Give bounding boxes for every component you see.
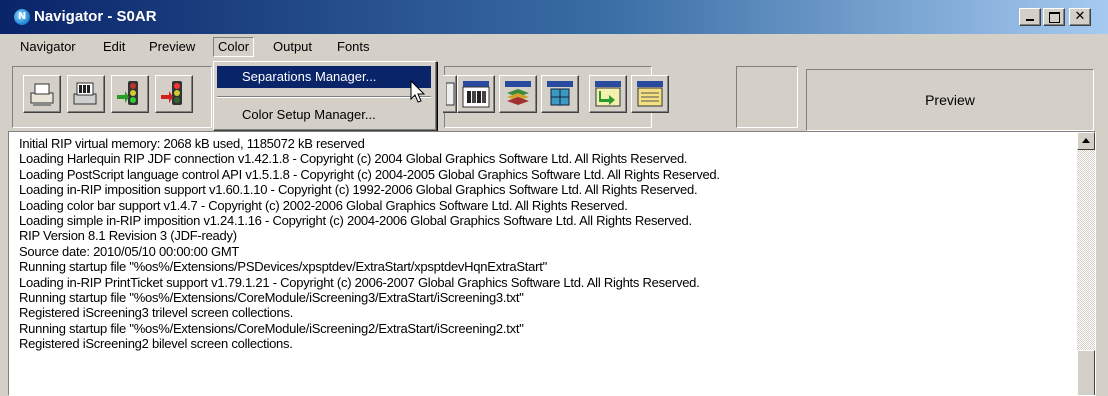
log-line: Loading PostScript language control API …	[19, 166, 720, 182]
log-line: Source date: 2010/05/10 00:00:00 GMT	[19, 243, 240, 259]
log-line: Running startup file "%os%/Extensions/PS…	[19, 259, 547, 275]
close-button[interactable]: ✕	[1069, 8, 1091, 26]
toolbar-group-left	[12, 66, 212, 128]
stop-button[interactable]	[155, 75, 193, 113]
menu-preview[interactable]: Preview	[145, 37, 199, 57]
log-line: Loading simple in-RIP imposition v1.24.1…	[19, 213, 692, 229]
log-line: RIP Version 8.1 Revision 3 (JDF-ready)	[19, 228, 237, 244]
minimize-icon	[1026, 19, 1034, 21]
toolbar-group-blank	[736, 66, 798, 128]
minimize-button[interactable]	[1019, 8, 1041, 26]
start-button[interactable]	[111, 75, 149, 113]
imposition-button[interactable]	[541, 75, 579, 113]
stack-button[interactable]	[499, 75, 537, 113]
menu-color[interactable]: Color	[213, 37, 255, 57]
stack-icon	[505, 81, 531, 105]
log-line: Running startup file "%os%/Extensions/Co…	[19, 290, 524, 306]
output-icon	[637, 81, 663, 107]
log-line: Loading in-RIP PrintTicket support v1.79…	[19, 274, 700, 290]
log-lines: Initial RIP virtual memory: 2068 kB used…	[19, 136, 1069, 352]
menu-fonts[interactable]: Fonts	[333, 37, 374, 57]
preview-panel[interactable]: Preview	[806, 69, 1094, 131]
log-line: Loading color bar support v1.4.7 - Copyr…	[19, 197, 628, 213]
separations-icon	[462, 81, 490, 108]
page-setup-button[interactable]	[443, 75, 457, 113]
menu-item-separations-manager[interactable]: Separations Manager...	[217, 66, 431, 88]
print-button[interactable]	[23, 75, 61, 113]
traffic-light-green-icon	[117, 81, 138, 105]
print-queue-button[interactable]	[67, 75, 105, 113]
menu-bar: Navigator Edit Preview Color Output Font…	[0, 34, 1108, 60]
menu-edit[interactable]: Edit	[99, 37, 129, 57]
log-line: Registered iScreening2 bilevel screen co…	[19, 336, 293, 352]
close-icon: ✕	[1074, 9, 1086, 24]
menu-navigator[interactable]: Navigator	[16, 37, 80, 57]
imposition-icon	[547, 81, 573, 106]
log-line: Loading Harlequin RIP JDF connection v1.…	[19, 151, 688, 167]
traffic-light-red-icon	[161, 81, 182, 105]
log-line: Running startup file "%os%/Extensions/Co…	[19, 320, 524, 336]
scroll-up-arrow-icon[interactable]	[1077, 132, 1095, 150]
output-button[interactable]	[631, 75, 669, 113]
menu-item-color-setup-manager[interactable]: Color Setup Manager...	[217, 104, 431, 126]
log-line: Loading in-RIP imposition support v1.60.…	[19, 182, 698, 198]
toolbar-group-right	[443, 66, 669, 128]
page-setup-icon	[446, 82, 455, 106]
preview-label: Preview	[925, 92, 975, 108]
maximize-button[interactable]	[1043, 8, 1065, 26]
menu-separator	[217, 96, 431, 98]
separations-button[interactable]	[457, 75, 495, 113]
mouse-cursor-icon	[410, 80, 426, 103]
window-title: Navigator - S0AR	[34, 8, 157, 25]
maximize-icon	[1049, 12, 1060, 23]
log-line: Registered iScreening3 trilevel screen c…	[19, 305, 294, 321]
log-output[interactable]: Initial RIP virtual memory: 2068 kB used…	[8, 131, 1096, 396]
scroll-thumb[interactable]	[1077, 350, 1095, 395]
print-queue-icon	[73, 82, 97, 105]
color-menu-dropdown: Separations Manager... Color Setup Manag…	[213, 61, 437, 131]
vertical-scrollbar[interactable]	[1077, 132, 1095, 395]
transfer-button[interactable]	[589, 75, 627, 113]
log-line: Initial RIP virtual memory: 2068 kB used…	[19, 136, 365, 151]
transfer-icon	[595, 81, 621, 107]
title-bar[interactable]: N Navigator - S0AR ✕	[0, 0, 1108, 34]
menu-output[interactable]: Output	[269, 37, 316, 57]
print-icon	[30, 83, 54, 106]
navigator-app-icon[interactable]: N	[14, 9, 30, 25]
